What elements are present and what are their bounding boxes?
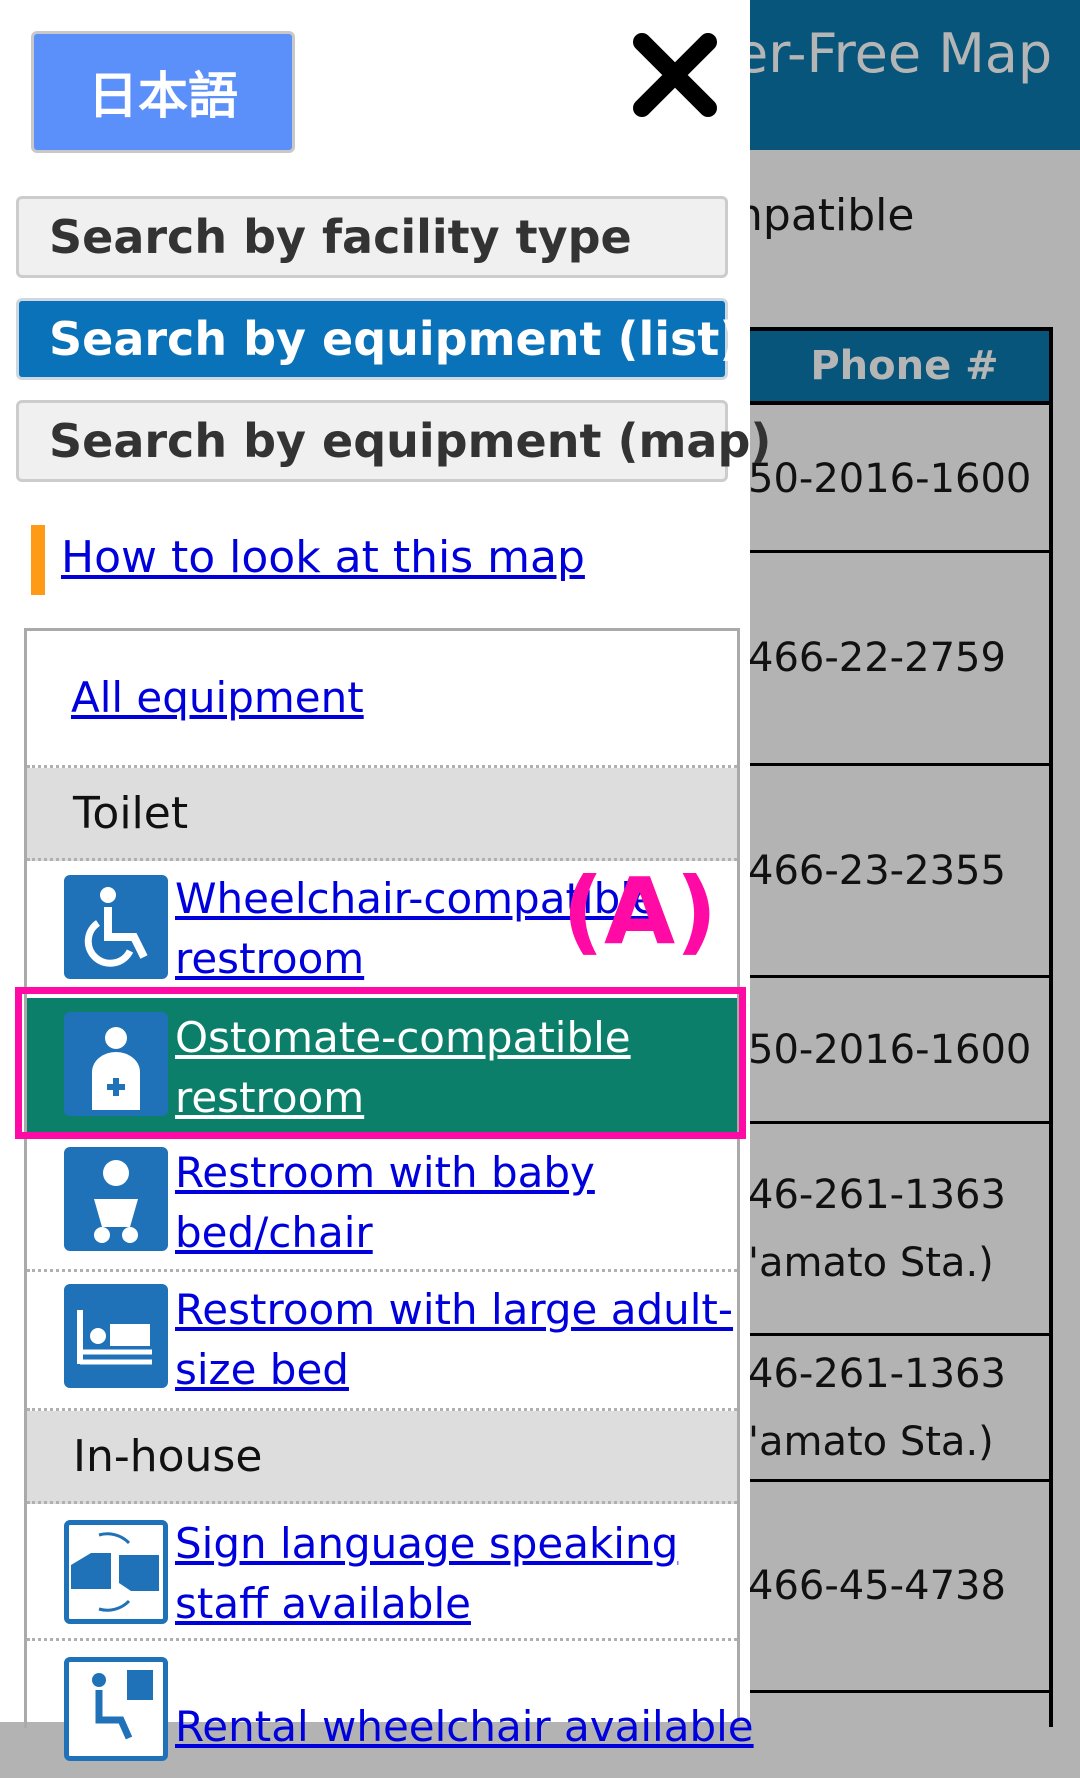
baby-icon [64, 1147, 168, 1251]
app-title: er-Free Map [735, 22, 1053, 85]
sign-language-icon [64, 1520, 168, 1624]
rental-wheelchair-icon [64, 1657, 168, 1761]
adult-bed-restroom-link[interactable]: Restroom with large adult-size bed [175, 1280, 735, 1400]
search-by-facility-type-button[interactable]: Search by facility type [16, 196, 728, 278]
sign-language-link[interactable]: Sign language speaking staff available [175, 1514, 735, 1634]
side-menu-panel: 日本語 Search by facility type Search by eq… [0, 0, 771, 1761]
table-row: 466-23-2355 [740, 766, 1049, 978]
how-to-look-link[interactable]: How to look at this map [61, 532, 585, 583]
station-cell: 'amato Sta.) [748, 1239, 994, 1286]
table-row: 46-261-1363 'amato Sta.) [740, 1124, 1049, 1336]
list-item-all: All equipment [27, 631, 737, 768]
table-row: 466-22-2759 [740, 553, 1049, 766]
search-by-equipment-list-button[interactable]: Search by equipment (list) [16, 298, 740, 380]
phone-cell: 46-261-1363 [748, 1350, 1006, 1397]
station-cell: 'amato Sta.) [748, 1418, 994, 1465]
phone-column-header: Phone # [740, 327, 1049, 405]
table-row: 46-261-1363 'amato Sta.) [740, 1336, 1049, 1482]
table-row: 50-2016-1600 [740, 407, 1049, 553]
accent-bar [31, 525, 45, 595]
search-by-equipment-map-button[interactable]: Search by equipment (map) [16, 400, 771, 482]
equipment-list: All equipment Toilet Wheelchair-compatib… [24, 628, 754, 1761]
baby-bed-restroom-link[interactable]: Restroom with baby bed/chair [175, 1143, 735, 1263]
close-x-icon[interactable] [632, 32, 718, 118]
phone-cell: 466-23-2355 [748, 847, 1006, 894]
category-header-in-house: In-house [27, 1411, 737, 1504]
annotation-label: (A) [562, 858, 718, 965]
rental-wheelchair-link[interactable]: Rental wheelchair available [175, 1697, 754, 1757]
phone-cell: 46-261-1363 [748, 1171, 1006, 1218]
table-row: 50-2016-1600 [740, 978, 1049, 1124]
list-item[interactable]: Sign language speaking staff available [27, 1504, 737, 1641]
highlight-box [15, 987, 746, 1139]
phone-cell: 50-2016-1600 [748, 455, 1032, 502]
japanese-language-button[interactable]: 日本語 [31, 31, 295, 153]
phone-cell: 466-22-2759 [748, 635, 1006, 681]
table-row: 466-45-4738 [740, 1482, 1049, 1693]
list-item[interactable]: Restroom with large adult-size bed [27, 1272, 737, 1411]
wheelchair-icon [64, 875, 168, 979]
phone-cell: 466-45-4738 [748, 1563, 1006, 1609]
list-item[interactable]: Rental wheelchair available [27, 1641, 754, 1778]
list-item[interactable]: Restroom with baby bed/chair [27, 1135, 737, 1272]
results-table: Phone # 50-2016-1600 466-22-2759 466-23-… [740, 327, 1053, 1727]
phone-cell: 50-2016-1600 [748, 1026, 1032, 1073]
category-header-toilet: Toilet [27, 768, 737, 861]
results-subtitle: npatible [735, 190, 915, 241]
adult-bed-icon [64, 1284, 168, 1388]
all-equipment-link[interactable]: All equipment [71, 668, 631, 728]
